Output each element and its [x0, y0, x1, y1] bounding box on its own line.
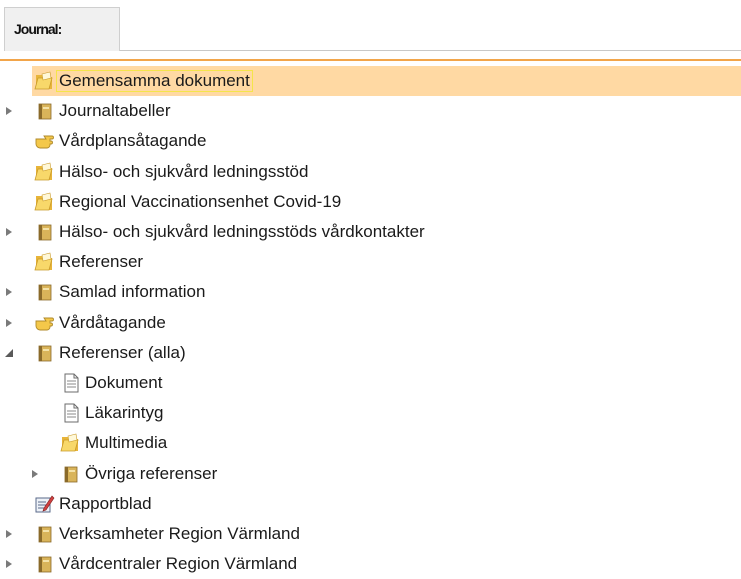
- tree-item-label: Dokument: [85, 373, 163, 392]
- binder-icon: [34, 343, 56, 363]
- tree-item-label: Hälso- och sjukvård ledningsstöd: [59, 161, 309, 181]
- tree-item-label: Referenser: [59, 252, 144, 272]
- tree-item-label: Multimedia: [85, 433, 168, 453]
- tree-item-label: Övriga referenser: [85, 463, 218, 483]
- journal-tree: Gemensamma dokument Journaltabeller Vårdpl…: [0, 0, 741, 574]
- folder-open-icon: [34, 192, 56, 212]
- tree-item[interactable]: Rapportblad: [0, 489, 741, 519]
- collapsed-arrow-icon[interactable]: [4, 226, 14, 238]
- collapsed-arrow-icon[interactable]: [4, 528, 14, 540]
- folder-open-icon: [34, 252, 56, 272]
- tree-item-label: Rapportblad: [59, 493, 152, 513]
- document-icon: [60, 403, 82, 423]
- binder-icon: [34, 554, 56, 574]
- tree-item-label: Gemensamma dokument: [56, 70, 253, 92]
- collapsed-arrow-icon[interactable]: [4, 317, 14, 329]
- document-icon: [60, 373, 82, 393]
- tree-item[interactable]: Verksamheter Region Värmland: [0, 519, 741, 549]
- hand-pointer-icon: [34, 313, 56, 333]
- tree-item[interactable]: Regional Vaccinationsenhet Covid-19: [0, 187, 741, 217]
- binder-icon: [34, 524, 56, 544]
- binder-icon: [60, 464, 82, 484]
- expanded-arrow-icon[interactable]: [4, 347, 14, 359]
- collapsed-arrow-icon[interactable]: [4, 105, 14, 117]
- report-pen-icon: [34, 494, 56, 514]
- folder-open-icon: [34, 162, 56, 182]
- collapsed-arrow-icon[interactable]: [4, 286, 14, 298]
- tree-item-label: Referenser (alla): [59, 342, 186, 362]
- tree-item[interactable]: Dokument: [0, 368, 741, 398]
- folder-open-icon: [60, 433, 82, 453]
- tree-item[interactable]: Multimedia: [0, 428, 741, 458]
- tree-item[interactable]: Övriga referenser: [0, 459, 741, 489]
- tree-item-label: Journaltabeller: [59, 101, 171, 121]
- tree-item[interactable]: Vårdåtagande: [0, 308, 741, 338]
- collapsed-arrow-icon[interactable]: [30, 468, 40, 480]
- tree-item[interactable]: Hälso- och sjukvård ledningsstöd: [0, 157, 741, 187]
- tree-item-label: Hälso- och sjukvård ledningsstöds vårdko…: [59, 222, 425, 241]
- folder-open-icon: [34, 71, 56, 91]
- binder-icon: [34, 101, 56, 121]
- tree-item-label: Regional Vaccinationsenhet Covid-19: [59, 191, 342, 211]
- tree-item-label: Läkarintyg: [85, 403, 164, 423]
- tree-item[interactable]: Journaltabeller: [0, 96, 741, 126]
- binder-icon: [34, 222, 56, 242]
- tree-item[interactable]: Referenser: [0, 247, 741, 277]
- tree-item[interactable]: Hälso- och sjukvård ledningsstöds vårdko…: [0, 217, 741, 247]
- tree-item-label: Vårdcentraler Region Värmland: [59, 554, 298, 574]
- tree-item-label: Vårdplansåtagande: [59, 131, 207, 151]
- collapsed-arrow-icon[interactable]: [4, 558, 14, 570]
- hand-pointer-icon: [34, 131, 56, 151]
- tree-item-label: Samlad information: [59, 282, 206, 302]
- tree-item[interactable]: Referenser (alla): [0, 338, 741, 368]
- tree-item[interactable]: Vårdcentraler Region Värmland: [0, 549, 741, 579]
- binder-icon: [34, 282, 56, 302]
- tree-item[interactable]: Gemensamma dokument: [32, 66, 741, 96]
- tree-item[interactable]: Läkarintyg: [0, 398, 741, 428]
- tree-item[interactable]: Samlad information: [0, 277, 741, 307]
- tree-item[interactable]: Vårdplansåtagande: [0, 126, 741, 156]
- tree-item-label: Vårdåtagande: [59, 312, 166, 332]
- tree-item-label: Verksamheter Region Värmland: [59, 524, 300, 543]
